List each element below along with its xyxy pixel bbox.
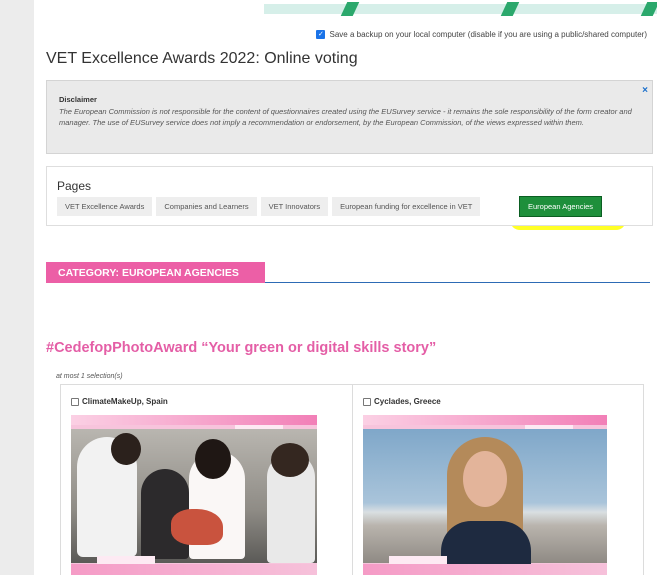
answer-options: ClimateMakeUp, Spain Cyclades, Greece <box>60 384 644 575</box>
disclaimer-text: The European Commission is not responsib… <box>59 107 632 127</box>
category-divider <box>265 282 650 283</box>
photo-frame-bar <box>71 415 317 425</box>
left-gutter <box>0 0 34 575</box>
answer-option: ClimateMakeUp, Spain <box>61 385 352 575</box>
photo-object <box>171 509 223 545</box>
tab-european-funding[interactable]: European funding for excellence in VET <box>332 197 481 216</box>
photo-frame-tag <box>97 556 155 564</box>
beach-portrait-photo <box>363 429 607 571</box>
photo-figure <box>271 443 309 477</box>
photo-figure <box>195 439 231 479</box>
photo-frame-tag <box>389 556 447 564</box>
answer-option: Cyclades, Greece <box>352 385 643 575</box>
photo-frame-bar <box>363 415 607 425</box>
answer-text: ClimateMakeUp, Spain <box>82 397 168 406</box>
tab-vet-excellence-awards[interactable]: VET Excellence Awards <box>57 197 153 216</box>
backup-checkbox[interactable]: ✓ <box>316 30 326 39</box>
answer-photo[interactable] <box>363 415 607 575</box>
close-icon[interactable]: × <box>642 85 648 96</box>
survey-title: VET Excellence Awards 2022: Online votin… <box>46 50 358 67</box>
disclaimer-title: Disclaimer <box>59 95 97 104</box>
disclaimer-box: × Disclaimer The European Commission is … <box>46 80 653 154</box>
question-title: #CedefopPhotoAward “Your green or digita… <box>46 340 437 356</box>
classroom-photo <box>71 429 317 563</box>
banner-band <box>264 4 657 14</box>
top-banner <box>34 0 657 16</box>
tab-companies-and-learners[interactable]: Companies and Learners <box>156 197 257 216</box>
answer-checkbox-climatemakeup[interactable] <box>71 397 79 406</box>
backup-option: ✓ Save a backup on your local computer (… <box>316 30 647 39</box>
photo-figure <box>463 451 507 507</box>
answer-text: Cyclades, Greece <box>374 397 441 406</box>
pages-title: Pages <box>57 179 92 193</box>
backup-label: Save a backup on your local computer (di… <box>329 30 647 39</box>
answer-label: Cyclades, Greece <box>363 397 441 406</box>
tab-european-agencies[interactable]: European Agencies <box>519 196 603 217</box>
tab-vet-innovators[interactable]: VET Innovators <box>260 197 329 216</box>
category-heading: CATEGORY: EUROPEAN AGENCIES <box>46 262 265 283</box>
answer-photo[interactable] <box>71 415 317 575</box>
photo-frame-bar <box>363 564 607 575</box>
photo-figure <box>111 433 141 465</box>
answer-checkbox-cyclades[interactable] <box>363 397 371 406</box>
answer-label: ClimateMakeUp, Spain <box>71 397 168 406</box>
selection-hint: at most 1 selection(s) <box>56 373 123 380</box>
photo-frame-bar <box>71 564 317 575</box>
